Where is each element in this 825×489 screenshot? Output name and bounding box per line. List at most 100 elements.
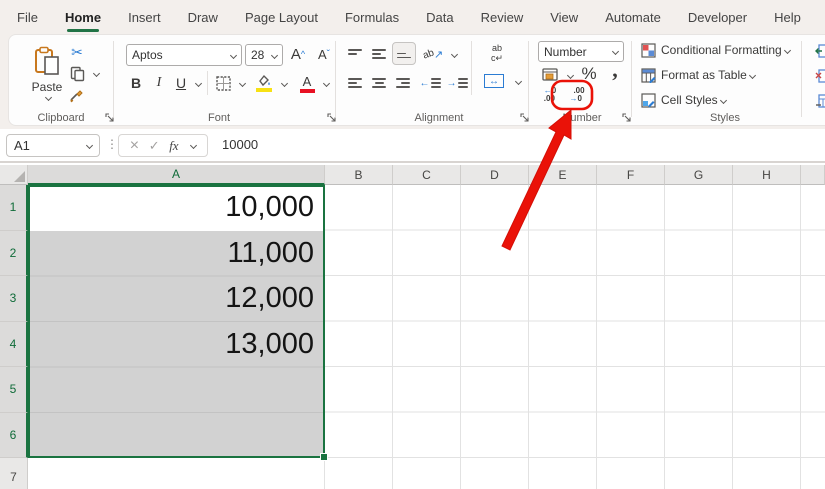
column-header-c[interactable]: C <box>393 165 461 185</box>
align-center-button[interactable] <box>369 73 389 93</box>
formula-input[interactable]: 10000 <box>222 137 258 152</box>
bottom-align-button[interactable] <box>392 42 416 65</box>
align-left-button[interactable] <box>345 73 365 93</box>
font-color-button[interactable]: A <box>297 71 317 95</box>
orientation-chevron-icon[interactable] <box>451 51 458 58</box>
column-header-partial[interactable] <box>801 165 825 185</box>
underline-button[interactable]: U <box>173 73 189 93</box>
cancel-icon[interactable]: × <box>130 137 139 155</box>
row-header-6[interactable]: 6 <box>0 413 28 459</box>
align-left-icon <box>348 75 362 90</box>
merge-chevron-icon[interactable] <box>515 78 522 85</box>
fill-handle[interactable] <box>320 453 328 461</box>
column-header-g[interactable]: G <box>665 165 733 185</box>
paste-icon <box>32 46 62 78</box>
tab-automate[interactable]: Automate <box>605 10 661 25</box>
cell-a4[interactable]: 13,000 <box>30 322 321 367</box>
increase-indent-button[interactable]: → <box>446 73 468 93</box>
accounting-chevron-icon[interactable] <box>567 72 574 79</box>
paste-button[interactable]: Paste <box>25 41 69 105</box>
underline-icon: U <box>176 75 186 91</box>
cell-styles-icon <box>641 93 656 108</box>
align-right-button[interactable] <box>393 73 413 93</box>
format-cells-button[interactable] <box>814 93 825 109</box>
format-painter-button[interactable] <box>67 87 87 105</box>
fx-chevron-icon[interactable] <box>190 142 197 149</box>
fill-color-icon <box>256 74 272 87</box>
font-size-combo[interactable]: 28 <box>245 44 283 66</box>
underline-chevron-icon[interactable] <box>195 80 202 87</box>
conditional-formatting-button[interactable]: Conditional Formatting <box>641 41 809 59</box>
copy-button[interactable] <box>67 65 87 83</box>
delete-cells-icon <box>815 69 825 83</box>
column-header-b[interactable]: B <box>325 165 393 185</box>
cell-a1[interactable]: 10,000 <box>30 185 321 230</box>
increase-font-size-button[interactable]: A^ <box>287 43 309 65</box>
comma-style-button[interactable]: , <box>607 59 623 81</box>
bold-button[interactable]: B <box>127 73 145 93</box>
cell-a3[interactable]: 12,000 <box>30 276 321 321</box>
column-header-e[interactable]: E <box>529 165 597 185</box>
row-header-2[interactable]: 2 <box>0 231 28 277</box>
tab-developer[interactable]: Developer <box>688 10 747 25</box>
top-align-button[interactable] <box>345 44 365 64</box>
row-header-1[interactable]: 1 <box>0 185 28 231</box>
format-cells-icon <box>815 94 825 108</box>
tab-review[interactable]: Review <box>481 10 524 25</box>
middle-align-button[interactable] <box>369 44 389 64</box>
enter-icon[interactable]: ✓ <box>149 138 160 154</box>
alignment-group-label: Alignment <box>399 112 479 124</box>
decrease-indent-button[interactable]: ← <box>419 73 441 93</box>
borders-chevron-icon[interactable] <box>239 80 246 87</box>
cut-button[interactable]: ✂ <box>67 43 87 61</box>
borders-button[interactable] <box>213 73 233 93</box>
decrease-decimal-button[interactable]: .00 →0 <box>565 84 589 106</box>
tab-data[interactable]: Data <box>426 10 453 25</box>
format-as-table-button[interactable]: Format as Table <box>641 66 791 84</box>
copy-icon <box>70 66 85 82</box>
column-header-a[interactable]: A <box>28 165 325 185</box>
insert-function-icon[interactable]: fx <box>169 138 178 154</box>
column-header-d[interactable]: D <box>461 165 529 185</box>
percent-icon: % <box>581 64 596 84</box>
select-all-button[interactable] <box>0 165 28 185</box>
font-name-combo[interactable]: Aptos <box>126 44 242 66</box>
tab-insert[interactable]: Insert <box>128 10 161 25</box>
copy-chevron-icon[interactable] <box>93 70 100 77</box>
fill-color-chevron-icon[interactable] <box>281 80 288 87</box>
tab-help[interactable]: Help <box>774 10 801 25</box>
cell-area[interactable] <box>325 185 825 489</box>
clipboard-group-label: Clipboard <box>21 112 101 124</box>
tab-home[interactable]: Home <box>65 10 101 25</box>
tab-page-layout[interactable]: Page Layout <box>245 10 318 25</box>
cell-styles-button[interactable]: Cell Styles <box>641 91 761 109</box>
tab-file[interactable]: File <box>17 10 38 25</box>
tab-draw[interactable]: Draw <box>188 10 218 25</box>
shrink-font-icon: A <box>318 47 327 62</box>
font-group-label: Font <box>179 112 259 124</box>
cell-a2[interactable]: 11,000 <box>30 231 321 276</box>
row-header-7[interactable]: 7 <box>0 458 28 489</box>
insert-cells-button[interactable] <box>814 43 825 59</box>
decrease-font-size-button[interactable]: Aˇ <box>313 43 335 65</box>
italic-button[interactable]: I <box>151 73 167 93</box>
row-header-3[interactable]: 3 <box>0 276 28 322</box>
merge-center-button[interactable]: ↔ <box>481 71 507 91</box>
row-header-4[interactable]: 4 <box>0 322 28 368</box>
fill-color-button[interactable] <box>253 71 275 95</box>
row-header-5[interactable]: 5 <box>0 367 28 413</box>
tab-formulas[interactable]: Formulas <box>345 10 399 25</box>
accounting-format-button[interactable] <box>540 66 560 84</box>
wrap-text-button[interactable]: ab c↵ <box>483 41 511 65</box>
orientation-button[interactable]: ab ↗ <box>421 44 445 64</box>
formula-bar-grip[interactable]: ⋮ <box>106 137 118 151</box>
font-size-value: 28 <box>251 48 269 62</box>
font-color-chevron-icon[interactable] <box>323 80 330 87</box>
column-header-h[interactable]: H <box>733 165 801 185</box>
column-header-f[interactable]: F <box>597 165 665 185</box>
tab-view[interactable]: View <box>550 10 578 25</box>
increase-decimal-button[interactable]: ←0 .00 <box>539 84 561 106</box>
delete-cells-button[interactable] <box>814 68 825 84</box>
name-box[interactable]: A1 <box>6 134 100 157</box>
percent-style-button[interactable]: % <box>579 64 599 84</box>
